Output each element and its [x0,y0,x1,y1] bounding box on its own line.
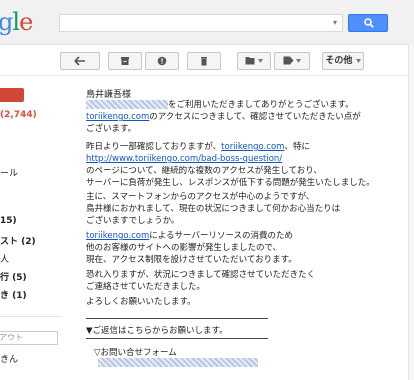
divider-line [86,318,268,319]
email-text: ございます。 [86,124,137,134]
sidebar-item-label[interactable]: スト (2) [0,234,36,247]
email-paragraph-3: 主に、スマートフォンからのアクセスが中心のようですが、 鳥井様におかれまして、現… [86,191,406,227]
form-link[interactable] [98,358,258,368]
google-logo[interactable]: gle [0,8,33,36]
email-text: のページについて、継続的な複数のアクセスが発生しており、 [86,166,322,176]
email-text: のアクセスにつきまして、確認させていただきたい点が [149,112,361,122]
more-button[interactable]: その他 [322,52,364,70]
sidebar-input[interactable]: アウト [0,331,58,345]
compose-button[interactable] [0,88,24,102]
trash-icon [201,56,207,65]
sidebar-item-label[interactable]: き (1) [0,288,27,301]
email-paragraph-5: 恐れ入りますが、状況につきまして確認させていただきたく ご連絡させていただきまし… [86,269,406,293]
email-paragraph-2: 昨日より一部確認しておりますが、toriikengo.com、特に http:/… [86,141,406,189]
more-label: その他 [325,56,353,66]
scrollbar[interactable] [408,44,414,380]
label-tag-icon [283,56,294,65]
folder-icon [245,57,255,65]
sidebar-item-label[interactable]: 行 (5) [0,270,27,283]
search-options-caret-icon[interactable]: ▾ [333,18,337,27]
email-text: 昨日より一部確認しておりますが、 [86,142,222,152]
email-link[interactable]: http://www.toriikengo.com/bad-boss-quest… [86,154,282,164]
redacted-text [86,100,168,109]
logo-letter-e: e [19,8,33,36]
email-text: をご利用いただきましてありがとうございます。 [168,100,354,110]
sidebar-item-label[interactable]: 15) [0,216,17,226]
search-icon [364,18,374,28]
search-field[interactable]: ▾ [59,14,343,32]
email-text: によるサーバーリソースの消費のため [149,231,294,241]
report-spam-button[interactable] [145,52,179,70]
sidebar-item-label[interactable]: きん [0,352,18,365]
email-text: 、特に [284,142,310,152]
reply-note: ▼ご返信はこちらからお願いします。 [86,326,228,336]
email-text: サーバーに負荷が発生し、レスポンスが低下する問題が発生いたしました。 [86,178,375,188]
search-button[interactable] [348,14,388,32]
email-link[interactable]: toriikengo.com [86,231,149,241]
email-text: 主に、スマートフォンからのアクセスが中心のようですが、 [86,192,315,202]
message-toolbar: その他 [0,45,414,76]
sidebar-item-label[interactable]: 人 [0,252,9,265]
spam-icon [157,56,167,65]
email-text: ご連絡させていただきました。 [86,282,206,292]
form-label: ▽お問い合せフォーム [94,348,177,358]
email-text: よろしくお願いいたします。 [86,297,196,307]
email-text: 鳥井様におかれまして、現在の状況につきまして何かお心当たりは [86,204,341,214]
redacted-text [98,358,258,367]
labels-button[interactable] [274,52,310,70]
archive-button[interactable] [108,52,142,70]
chevron-down-icon [296,58,302,63]
sidebar-item-label[interactable]: ール [0,166,18,179]
chevron-down-icon [355,58,361,63]
move-to-button[interactable] [237,52,271,70]
delete-button[interactable] [187,52,221,70]
email-paragraph-4: toriikengo.comによるサーバーリソースの消費のため 他のお客様のサイ… [86,230,406,266]
divider-line [86,338,268,339]
back-arrow-icon [74,55,85,66]
email-paragraph-6: よろしくお願いいたします。 [86,296,406,308]
search-input[interactable] [60,15,328,31]
inbox-count[interactable]: (2,744) [0,110,37,120]
sidebar-divider [0,316,62,317]
email-text: 他のお客様のサイトへの影響が発生しましたので、 [86,243,282,253]
email-text: 現在、アクセス制限を設けさせていただいております。 [86,255,297,265]
email-text: 恐れ入りますが、状況につきまして確認させていただきたく [86,270,316,280]
email-link[interactable]: toriikengo.com [221,142,284,152]
chevron-down-icon [257,58,263,63]
email-paragraph-1: をご利用いただきましてありがとうございます。 toriikengo.comのアク… [86,99,406,135]
top-bar: gle ▾ [0,0,414,45]
logo-letter-g: g [0,8,13,36]
email-text: ございますでしょうか。 [86,216,180,226]
left-sidebar: (2,744) ール 15) スト (2) 人 行 (5) き (1) アウト … [0,76,62,380]
archive-icon [121,56,129,65]
back-button[interactable] [60,52,100,70]
email-link[interactable]: toriikengo.com [86,112,149,122]
